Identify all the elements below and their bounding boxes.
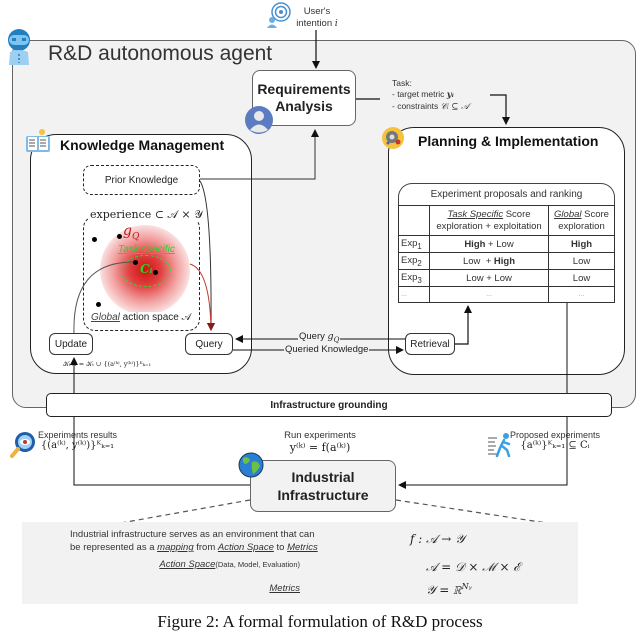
experiments-results-label: Experiments results {(a⁽ᵏ⁾, y⁽ᵏ⁾)}ᴷₖ₌₁ (38, 430, 117, 451)
proposed-experiments-formula: {a⁽ᵏ⁾}ᴷₖ₌₁ ⊆ Cᵢ (520, 440, 590, 451)
prior-to-requirements-arrow (200, 129, 319, 180)
formula-metrics: 𝒴 = ℝNᵧ (426, 582, 472, 598)
industrial-line1: Industrial (291, 469, 355, 485)
update-to-experience-arrow (73, 261, 134, 334)
figure-caption: Figure 2: A formal formulation of R&D pr… (157, 612, 483, 631)
projection-line-left (114, 499, 251, 525)
mapping-term: mapping (157, 542, 194, 553)
globe-icon (238, 452, 264, 478)
query-gq-subscript: Q (333, 335, 340, 344)
magnifier-eye-icon (10, 431, 36, 459)
infrastructure-grounding-bar: Infrastructure grounding (46, 393, 612, 417)
experiments-results-text: Experiments results (38, 430, 118, 440)
query-gq-label: Query gQ (298, 331, 341, 344)
action-space-label: Action Space (159, 559, 216, 570)
action-space-sub: (Data, Model, Evaluation) (215, 560, 300, 569)
desc-text-c: to (273, 542, 288, 553)
run-experiments-text: Run experiments (284, 430, 356, 441)
infrastructure-grounding-label: Infrastructure grounding (270, 399, 388, 411)
industrial-line2: Infrastructure (277, 487, 369, 503)
run-experiments-formula: y⁽ᵏ⁾ = f(a⁽ᵏ⁾) (289, 441, 351, 454)
description-text: Industrial infrastructure serves as an e… (70, 528, 318, 554)
queried-knowledge-text: Queried Knowledge (285, 344, 369, 355)
metrics-formula-base: 𝒴 = ℝ (426, 583, 462, 597)
description-line2: be represented as a mapping from Action … (70, 541, 318, 554)
experiments-results-formula: {(a⁽ᵏ⁾, y⁽ᵏ⁾)}ᴷₖ₌₁ (40, 440, 115, 451)
formula-mapping: f : 𝒜 → 𝒴 (410, 532, 465, 546)
query-gq-text: Query (299, 331, 328, 342)
retrieval-to-table-arrow (455, 305, 472, 345)
metrics-formula-sup: Nᵧ (461, 582, 472, 591)
proposed-experiments-text: Proposed experiments (510, 430, 601, 440)
projection-line-right (395, 499, 554, 525)
results-line (73, 417, 250, 486)
action-space-term: Action Space (217, 542, 274, 553)
industrial-infrastructure-box[interactable]: Industrial Infrastructure (250, 460, 396, 512)
action-space-row: Action Space(Data, Model, Evaluation) (159, 559, 300, 570)
description-line1: Industrial infrastructure serves as an e… (70, 529, 315, 540)
heatmap-to-query-arrow (189, 263, 215, 331)
desc-text-b: from (193, 542, 218, 553)
queried-knowledge-label: Queried Knowledge (284, 344, 370, 355)
formula-action-space: 𝒜 = 𝒟 × ℳ × ℰ (426, 560, 521, 574)
run-experiments-label: Run experiments y⁽ᵏ⁾ = f(a⁽ᵏ⁾) (260, 430, 380, 454)
metrics-row: Metrics (200, 583, 300, 594)
proposed-experiments-label: Proposed experiments {a⁽ᵏ⁾}ᴷₖ₌₁ ⊆ Cᵢ (510, 430, 600, 451)
metrics-label: Metrics (269, 583, 300, 594)
task-to-planning-arrow (490, 94, 510, 125)
desc-text-a: be represented as a (70, 542, 158, 553)
proposed-to-industrial-arrow (398, 417, 568, 489)
metrics-term: Metrics (287, 542, 318, 553)
